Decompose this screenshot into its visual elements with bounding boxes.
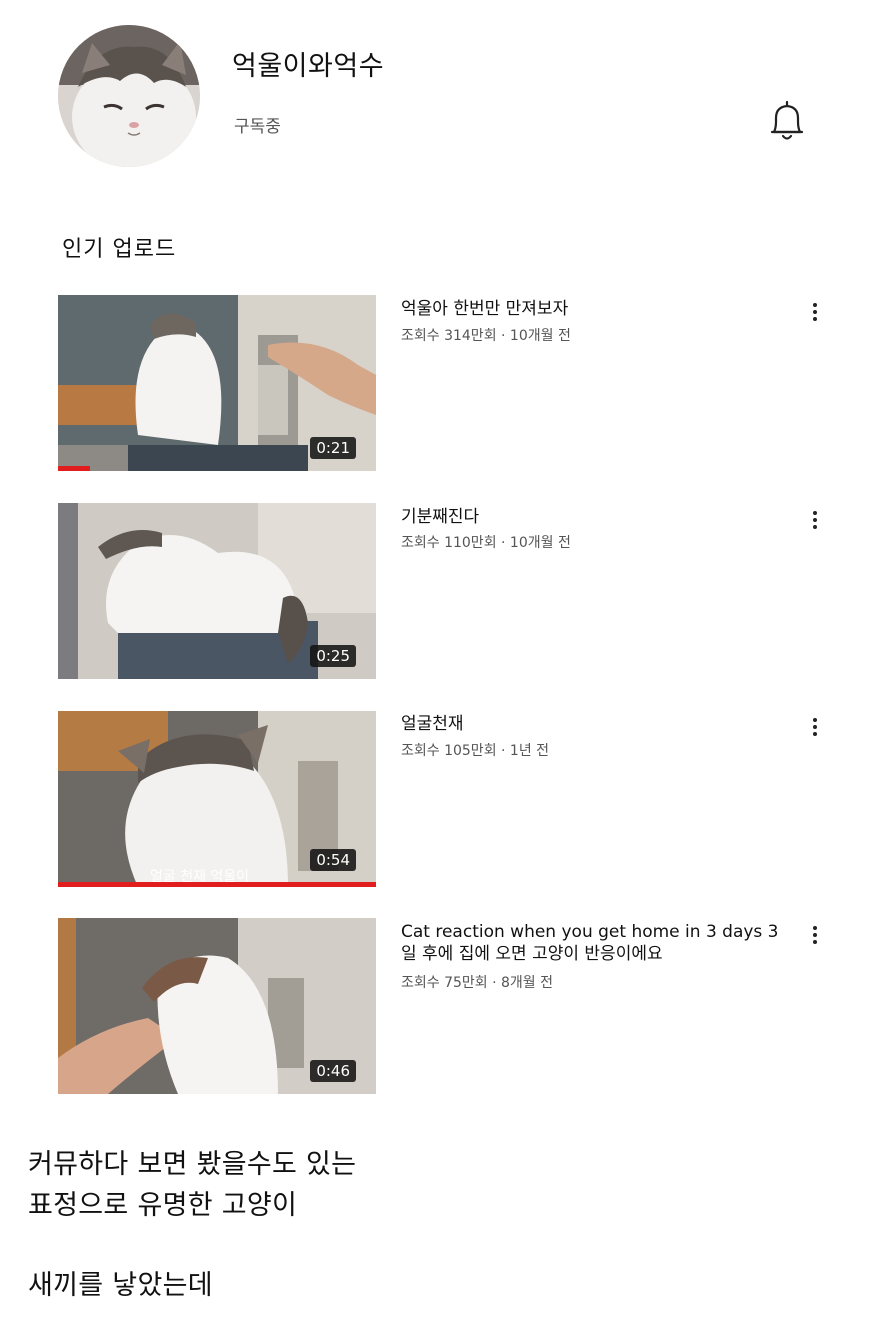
watch-progress-bar xyxy=(58,466,90,471)
watch-progress-bar xyxy=(58,882,376,887)
video-title[interactable]: 얼굴천재 xyxy=(401,713,781,735)
video-meta: 조회수 110만회 · 10개월 전 xyxy=(401,535,571,551)
video-duration: 0:46 xyxy=(310,1060,356,1082)
video-title[interactable]: 기분째진다 xyxy=(401,506,781,528)
video-thumbnail[interactable]: 0:46 xyxy=(58,918,376,1094)
video-title[interactable]: 억울아 한번만 만져보자 xyxy=(401,298,781,320)
channel-avatar[interactable] xyxy=(58,25,200,167)
more-vert-icon[interactable] xyxy=(806,508,824,534)
video-meta: 조회수 75만회 · 8개월 전 xyxy=(401,975,554,991)
caption-line: 표정으로 유명한 고양이 xyxy=(28,1190,298,1221)
video-title[interactable]: Cat reaction when you get home in 3 days… xyxy=(401,921,781,965)
video-thumbnail[interactable]: 0:25 xyxy=(58,503,376,679)
video-meta: 조회수 314만회 · 10개월 전 xyxy=(401,328,571,344)
section-title: 인기 업로드 xyxy=(62,237,177,262)
video-meta: 조회수 105만회 · 1년 전 xyxy=(401,743,550,759)
caption-line: 커뮤하다 보면 봤을수도 있는 xyxy=(28,1149,357,1180)
more-vert-icon[interactable] xyxy=(806,300,824,326)
more-vert-icon[interactable] xyxy=(806,715,824,741)
bell-icon[interactable] xyxy=(768,98,806,144)
more-vert-icon[interactable] xyxy=(806,923,824,949)
caption-line: 새끼를 낳았는데 xyxy=(28,1270,213,1301)
video-duration: 0:25 xyxy=(310,645,356,667)
subscription-status[interactable]: 구독중 xyxy=(234,112,281,137)
video-thumbnail[interactable]: 0:21 xyxy=(58,295,376,471)
video-thumbnail[interactable]: 얼굴 천재 억울이 0:54 xyxy=(58,711,376,887)
channel-name[interactable]: 억울이와억수 xyxy=(232,44,384,83)
video-duration: 0:54 xyxy=(310,849,356,871)
video-duration: 0:21 xyxy=(310,437,356,459)
